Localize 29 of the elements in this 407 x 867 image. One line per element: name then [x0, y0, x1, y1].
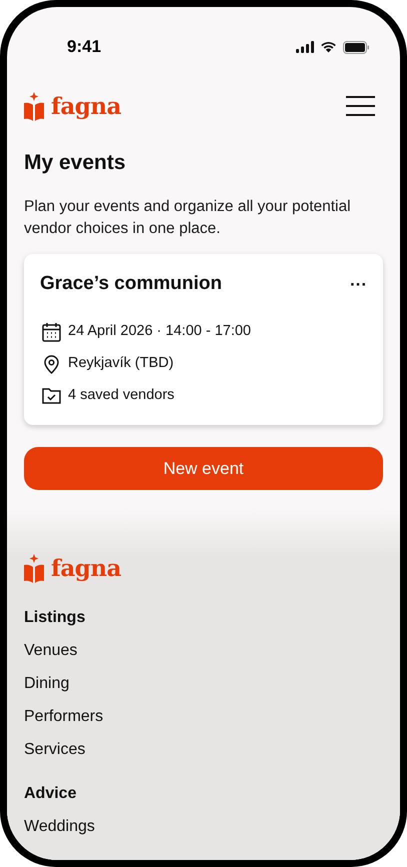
wifi-icon [320, 41, 337, 53]
page-intro: Plan your events and organize all your potential vendor choices in one place. [24, 197, 352, 240]
event-card[interactable]: Grace’s communion ··· 24 April 2026 · 14:00 - 17:00 Reykjavík (TBD) 4 saved vendors [24, 254, 383, 425]
menu-icon [346, 96, 375, 116]
folder-check-icon [42, 387, 60, 404]
book-star-icon [24, 92, 44, 120]
footer-link[interactable]: Venues [24, 640, 78, 661]
book-star-icon [24, 554, 44, 583]
battery-icon [343, 40, 370, 54]
event-detail: 4 saved vendors [68, 386, 174, 405]
footer-heading: Listings [24, 608, 86, 628]
signal-icon [296, 41, 314, 53]
event-detail: 24 April 2026 · 14:00 - 17:00 [68, 322, 251, 341]
event-detail: Reykjavík (TBD) [68, 354, 174, 373]
footer-link[interactable]: Weddings [24, 816, 95, 837]
footer-link[interactable]: Dining [24, 674, 70, 694]
menu-button[interactable] [344, 94, 377, 118]
map-pin-icon [42, 354, 60, 374]
logo-text: fagna [51, 94, 122, 118]
new-event-button[interactable]: New event [24, 446, 383, 490]
footer-heading: Advice [24, 784, 78, 804]
calendar-icon [42, 322, 60, 342]
logo-text: fagna [51, 556, 122, 580]
page-title: My events [24, 150, 127, 176]
footer-link[interactable]: Performers [24, 706, 104, 727]
footer-link[interactable]: Services [24, 740, 86, 760]
status-time: 9:41 [67, 36, 102, 58]
more-button[interactable]: ··· [350, 276, 367, 293]
event-title: Grace’s communion [40, 272, 222, 296]
